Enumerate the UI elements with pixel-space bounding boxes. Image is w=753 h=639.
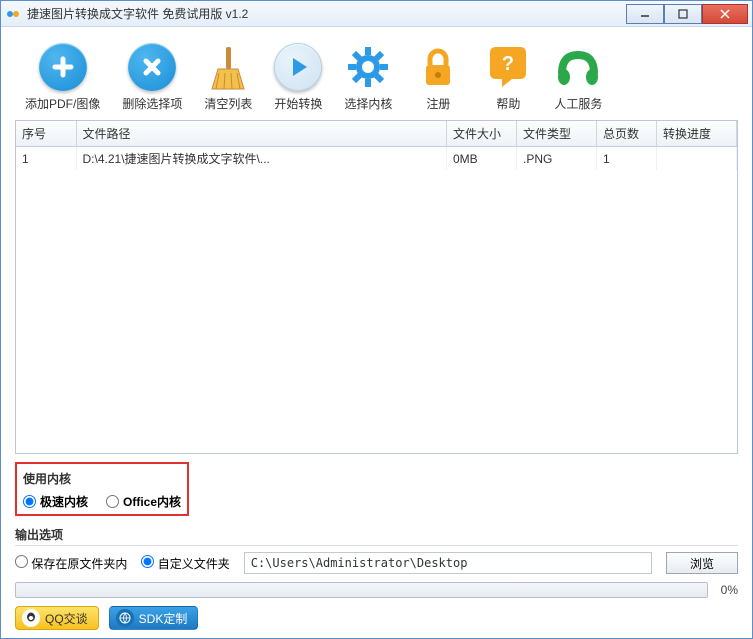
select-kernel-button[interactable]: 选择内核 <box>344 43 392 112</box>
plus-icon <box>39 43 87 91</box>
toolbar: 添加PDF/图像 删除选择项 清空列表 开始转换 <box>15 37 738 120</box>
output-group: 输出选项 保存在原文件夹内 自定义文件夹 C:\Users\Administra… <box>15 524 738 574</box>
app-icon <box>5 6 21 22</box>
cell-index: 1 <box>16 147 76 171</box>
toolbar-label: 人工服务 <box>554 95 602 112</box>
help-icon: ? <box>484 43 532 91</box>
radio-save-original[interactable]: 保存在原文件夹内 <box>15 555 127 572</box>
cell-path: D:\4.21\捷速图片转换成文字软件\... <box>76 147 447 171</box>
cell-pages: 1 <box>597 147 657 171</box>
svg-text:?: ? <box>502 53 514 75</box>
globe-icon <box>116 609 134 627</box>
toolbar-label: 删除选择项 <box>122 95 182 112</box>
toolbar-label: 开始转换 <box>274 95 322 112</box>
footer-label: SDK定制 <box>139 610 188 627</box>
kernel-highlight: 使用内核 极速内核 Office内核 <box>15 462 189 516</box>
titlebar: 捷速图片转换成文字软件 免费试用版 v1.2 <box>1 1 752 27</box>
help-button[interactable]: ? 帮助 <box>484 43 532 112</box>
sdk-custom-button[interactable]: SDK定制 <box>109 606 199 630</box>
add-pdf-button[interactable]: 添加PDF/图像 <box>25 43 100 112</box>
toolbar-label: 选择内核 <box>344 95 392 112</box>
close-button[interactable] <box>702 4 748 24</box>
play-icon <box>274 43 322 91</box>
qq-chat-button[interactable]: QQ交谈 <box>15 606 99 630</box>
clear-list-button[interactable]: 清空列表 <box>204 43 252 112</box>
radio-label: 保存在原文件夹内 <box>31 557 127 571</box>
start-convert-button[interactable]: 开始转换 <box>274 43 322 112</box>
progress-percent: 0% <box>714 583 738 597</box>
radio-custom-folder-input[interactable] <box>141 555 154 568</box>
maximize-button[interactable] <box>664 4 702 24</box>
cell-progress <box>657 147 737 171</box>
col-size[interactable]: 文件大小 <box>447 121 517 147</box>
progress-bar <box>15 582 708 598</box>
cell-type: .PNG <box>517 147 597 171</box>
col-type[interactable]: 文件类型 <box>517 121 597 147</box>
radio-office-kernel-input[interactable] <box>106 495 119 508</box>
service-button[interactable]: 人工服务 <box>554 43 602 112</box>
phone-icon <box>554 43 602 91</box>
radio-label: 极速内核 <box>40 493 88 510</box>
col-index[interactable]: 序号 <box>16 121 76 147</box>
file-table[interactable]: 序号 文件路径 文件大小 文件类型 总页数 转换进度 1 D:\4.21\捷速图… <box>15 120 738 454</box>
lock-icon <box>414 43 462 91</box>
output-path-field[interactable]: C:\Users\Administrator\Desktop <box>244 552 652 574</box>
gear-icon <box>344 43 392 91</box>
minimize-button[interactable] <box>626 4 664 24</box>
window-title: 捷速图片转换成文字软件 免费试用版 v1.2 <box>27 5 626 22</box>
kernel-title: 使用内核 <box>23 468 181 489</box>
kernel-group: 使用内核 极速内核 Office内核 <box>15 462 738 516</box>
table-header-row: 序号 文件路径 文件大小 文件类型 总页数 转换进度 <box>16 121 737 147</box>
delete-selection-button[interactable]: 删除选择项 <box>122 43 182 112</box>
radio-label: Office内核 <box>123 493 181 510</box>
output-title: 输出选项 <box>15 524 738 546</box>
toolbar-label: 注册 <box>426 95 450 112</box>
browse-button[interactable]: 浏览 <box>666 552 738 574</box>
toolbar-label: 帮助 <box>496 95 520 112</box>
window-controls <box>626 4 748 24</box>
radio-label: 自定义文件夹 <box>158 557 230 571</box>
col-pages[interactable]: 总页数 <box>597 121 657 147</box>
content-area: 添加PDF/图像 删除选择项 清空列表 开始转换 <box>1 27 752 638</box>
register-button[interactable]: 注册 <box>414 43 462 112</box>
table-row[interactable]: 1 D:\4.21\捷速图片转换成文字软件\... 0MB .PNG 1 <box>16 147 737 171</box>
x-icon <box>128 43 176 91</box>
col-progress[interactable]: 转换进度 <box>657 121 737 147</box>
toolbar-label: 添加PDF/图像 <box>25 95 100 112</box>
radio-fast-kernel[interactable]: 极速内核 <box>23 493 88 510</box>
radio-office-kernel[interactable]: Office内核 <box>106 493 181 510</box>
progress-row: 0% <box>15 582 738 598</box>
broom-icon <box>204 43 252 91</box>
col-path[interactable]: 文件路径 <box>76 121 447 147</box>
radio-custom-folder[interactable]: 自定义文件夹 <box>141 555 229 572</box>
toolbar-label: 清空列表 <box>204 95 252 112</box>
radio-save-original-input[interactable] <box>15 555 28 568</box>
footer: QQ交谈 SDK定制 <box>15 606 738 630</box>
cell-size: 0MB <box>447 147 517 171</box>
qq-icon <box>22 609 40 627</box>
footer-label: QQ交谈 <box>45 610 88 627</box>
app-window: 捷速图片转换成文字软件 免费试用版 v1.2 添加PDF/图像 删除选择项 <box>0 0 753 639</box>
radio-fast-kernel-input[interactable] <box>23 495 36 508</box>
